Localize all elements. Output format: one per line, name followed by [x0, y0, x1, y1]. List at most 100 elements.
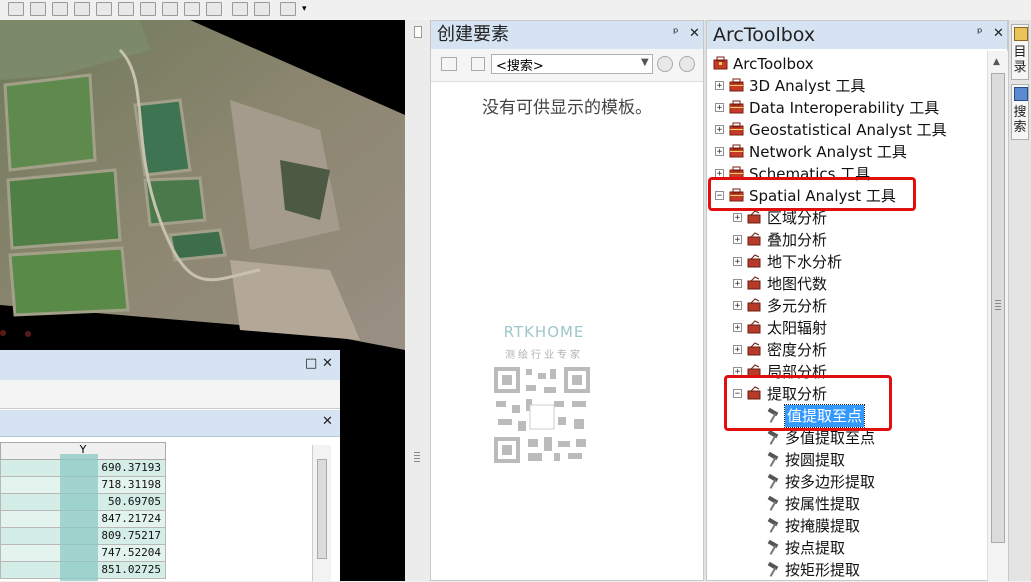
tool-icon[interactable]: [52, 2, 68, 16]
pin-icon[interactable]: ᵖ: [673, 26, 679, 41]
expand-icon[interactable]: +: [733, 323, 742, 333]
dock-tab-catalog[interactable]: 目录: [1011, 24, 1029, 80]
search-icon[interactable]: [657, 56, 673, 72]
create-features-titlebar: 创建要素: [431, 21, 703, 49]
toolbox-icon: [729, 144, 744, 158]
tree-scrollbar[interactable]: ▲: [987, 51, 1008, 582]
pane-close-button[interactable]: ✕: [689, 26, 700, 41]
expand-icon[interactable]: +: [733, 213, 742, 223]
pane-title: 创建要素: [437, 24, 509, 45]
tool-icon[interactable]: [280, 2, 296, 16]
empty-templates-message: 没有可供显示的模板。: [482, 98, 652, 118]
panel-splitter[interactable]: [405, 20, 430, 581]
expand-icon[interactable]: +: [733, 257, 742, 267]
map-view[interactable]: [0, 20, 405, 350]
pin-icon[interactable]: ᵖ: [977, 26, 983, 41]
table-cell-y: 50.69705: [108, 495, 161, 508]
tree-item-label: 按矩形提取: [785, 561, 861, 579]
tree-item-label: 按点提取: [785, 539, 846, 557]
pane-close-button[interactable]: ✕: [993, 26, 1004, 41]
expand-icon[interactable]: +: [715, 81, 724, 91]
scroll-up-icon[interactable]: [414, 26, 422, 38]
expand-icon[interactable]: +: [733, 235, 742, 245]
tree-item-label: 太阳辐射: [767, 319, 828, 337]
tree-item-label: 按属性提取: [785, 495, 861, 513]
tool-icon[interactable]: [184, 2, 200, 16]
clear-search-icon[interactable]: [679, 56, 695, 72]
toolset-icon: [747, 232, 761, 246]
search-window-icon: [1014, 87, 1028, 101]
expand-icon[interactable]: +: [733, 279, 742, 289]
tool-icon[interactable]: [118, 2, 134, 16]
table-tab-bar: ✕: [0, 410, 340, 437]
arctoolbox-titlebar: ArcToolbox: [707, 21, 1007, 49]
tool-hammer-icon: [767, 474, 779, 489]
tree-item-label: Network Analyst 工具: [749, 143, 907, 161]
arctoolbox-icon: [713, 56, 728, 70]
tree-item-label: 按多边形提取: [785, 473, 876, 491]
watermark-brand: RTKHOME: [503, 323, 585, 341]
attribute-table-window: □ ✕ ✕ Y 690.37193 718.31198 50.69705 847.21…: [0, 350, 405, 581]
expand-icon[interactable]: +: [715, 103, 724, 113]
attribute-window-titlebar[interactable]: □ ✕: [0, 350, 340, 381]
blurred-column: [60, 454, 98, 581]
scroll-up-icon[interactable]: ▲: [993, 57, 1000, 67]
aerial-imagery: [0, 20, 405, 350]
table-cell-y: 847.21724: [101, 512, 161, 525]
tool-icon[interactable]: [30, 2, 46, 16]
tree-item-label: 叠加分析: [767, 231, 828, 249]
tree-item-label: 地下水分析: [767, 253, 843, 271]
pane-divider: [431, 81, 703, 82]
template-properties-icon[interactable]: [471, 57, 485, 71]
table-cell-y: 809.75217: [101, 529, 161, 542]
toolset-icon: [747, 298, 761, 312]
catalog-icon: [1014, 27, 1028, 41]
toolbox-tree: ArcToolbox +3D Analyst 工具 + Data Interoper…: [707, 51, 987, 582]
tool-icon[interactable]: [74, 2, 90, 16]
create-features-toolbar: ▼: [431, 49, 703, 82]
toolset-icon: [747, 210, 761, 224]
tool-hammer-icon: [767, 518, 779, 533]
toolset-icon: [747, 276, 761, 290]
tree-item-label: 密度分析: [767, 341, 828, 359]
close-button[interactable]: ✕: [322, 356, 333, 371]
tree-item-label: 3D Analyst 工具: [749, 77, 866, 95]
table-cell-y: 718.31198: [101, 478, 161, 491]
table-cell-y: 851.02725: [101, 563, 161, 576]
scroll-thumb[interactable]: [991, 73, 1005, 543]
expand-icon[interactable]: +: [715, 125, 724, 135]
tool-hammer-icon: [767, 452, 779, 467]
organize-templates-icon[interactable]: [441, 57, 457, 71]
tool-icon[interactable]: [232, 2, 248, 16]
tool-icon[interactable]: [140, 2, 156, 16]
toolbar-overflow-icon[interactable]: ▾: [302, 4, 310, 16]
expand-icon[interactable]: +: [733, 345, 742, 355]
dock-tab-search[interactable]: 搜索: [1011, 84, 1029, 140]
scroll-thumb[interactable]: [317, 459, 327, 559]
search-input[interactable]: [491, 54, 653, 74]
expand-icon[interactable]: +: [715, 147, 724, 157]
highlight-extraction: [724, 375, 892, 431]
table-scrollbar[interactable]: [312, 445, 331, 581]
search-dropdown-icon[interactable]: ▼: [641, 57, 649, 68]
tool-icon[interactable]: [206, 2, 222, 16]
toolbox-icon: [729, 100, 744, 114]
tool-icon[interactable]: [254, 2, 270, 16]
dock-tab-label: 目录: [1013, 45, 1027, 75]
qr-code-icon: [492, 365, 592, 465]
tree-item-label: Geostatistical Analyst 工具: [749, 121, 947, 139]
tool-hammer-icon: [767, 562, 779, 577]
tree-item-label: Data Interoperability 工具: [749, 99, 940, 117]
tool-icon[interactable]: [8, 2, 24, 16]
table-cell-y: 747.52204: [101, 546, 161, 559]
tool-icon[interactable]: [162, 2, 178, 16]
table-close-button[interactable]: ✕: [322, 414, 333, 429]
splitter-grip-icon[interactable]: [414, 452, 420, 462]
create-features-pane: 创建要素 ᵖ ✕ ▼ 没有可供显示的模板。 RTKHOME 测绘行业专家: [430, 20, 704, 581]
tool-icon[interactable]: [96, 2, 112, 16]
expand-icon[interactable]: +: [733, 301, 742, 311]
table-cell-y: 690.37193: [101, 461, 161, 474]
tool-hammer-icon: [767, 540, 779, 555]
watermark-tagline: 测绘行业专家: [505, 350, 583, 361]
maximize-button[interactable]: □: [305, 356, 317, 371]
